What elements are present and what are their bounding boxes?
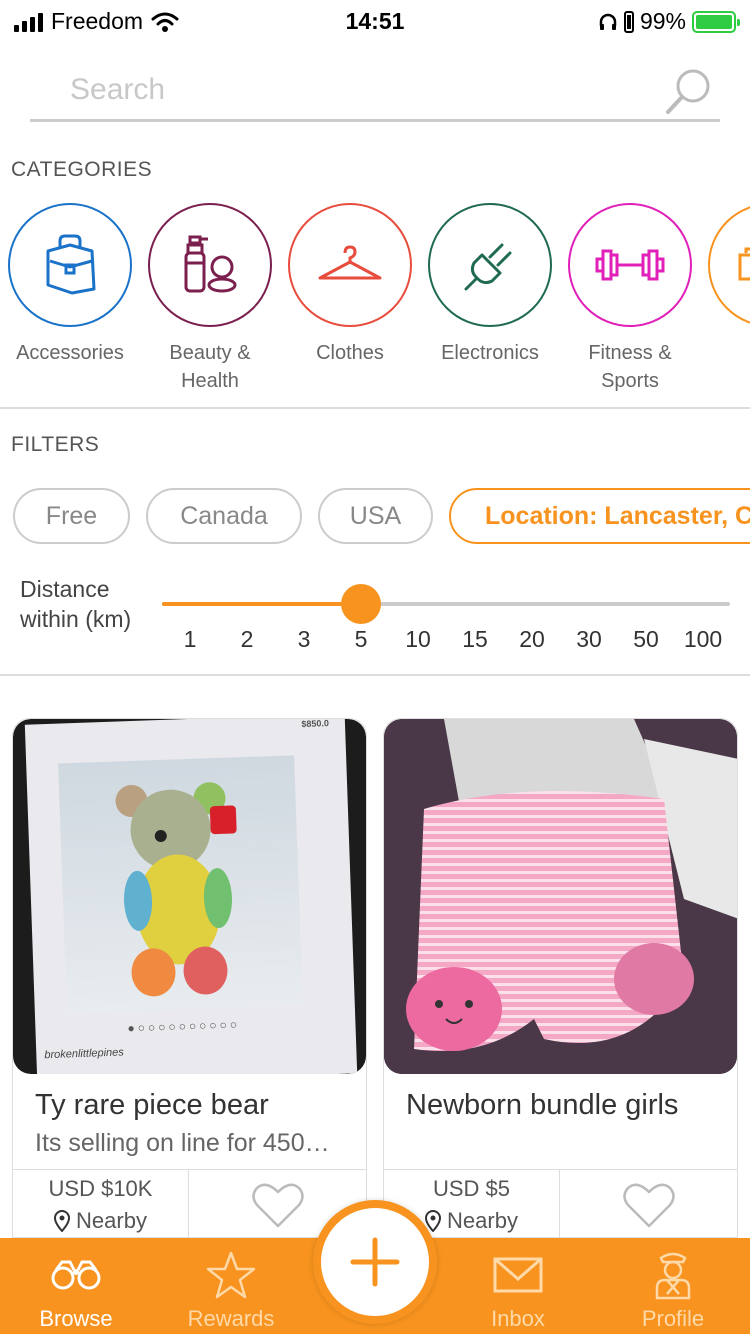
distance-tick[interactable]: 2 <box>241 626 254 653</box>
category-beauty-health[interactable]: Beauty & Health <box>140 203 280 393</box>
distance-tick[interactable]: 20 <box>519 626 545 653</box>
distance-tick[interactable]: 50 <box>633 626 659 653</box>
listing-title: Newborn bundle girls <box>406 1089 679 1121</box>
category-clothes[interactable]: Clothes <box>280 203 420 367</box>
category-home[interactable]: H <box>700 203 750 367</box>
category-circle <box>428 203 552 327</box>
bag-icon <box>46 234 96 295</box>
distance-tick[interactable]: 15 <box>462 626 488 653</box>
listing-photo[interactable] <box>384 719 737 1074</box>
photo-bear-frame <box>58 755 303 1014</box>
category-list: Accessories Beauty & Health Clothes Elec… <box>0 203 750 393</box>
distance-ticks: 1 2 3 5 10 15 20 30 50 100 <box>160 626 740 656</box>
battery-icon <box>692 10 740 33</box>
person-icon <box>655 1252 691 1300</box>
tab-label: Browse <box>39 1306 113 1331</box>
section-divider <box>0 407 750 409</box>
listing-card[interactable]: Newborn bundle girls USD $5 Nearby <box>383 718 738 1238</box>
listing-footer: USD $10K Nearby <box>13 1169 366 1237</box>
filter-chip-free[interactable]: Free <box>13 488 130 544</box>
listing-title: Ty rare piece bear <box>35 1089 269 1121</box>
listing-card[interactable]: $850.0 ●○○○○○○○○○○ brokenlittlepines Ty … <box>12 718 367 1238</box>
tab-label: Inbox <box>491 1306 545 1331</box>
listing-photo[interactable]: $850.0 ●○○○○○○○○○○ brokenlittlepines <box>13 719 366 1074</box>
heart-icon <box>622 1183 675 1227</box>
listing-footer: USD $5 Nearby <box>384 1169 737 1237</box>
category-circle <box>708 203 750 327</box>
like-button[interactable] <box>560 1170 737 1237</box>
price-box: USD $10K Nearby <box>13 1170 189 1237</box>
filter-chips: Free Canada USA Location: Lancaster, C <box>0 488 750 546</box>
filter-chip-canada[interactable]: Canada <box>146 488 302 544</box>
distance-tick[interactable]: 30 <box>576 626 602 653</box>
slider-thumb[interactable] <box>341 584 381 624</box>
envelope-icon <box>493 1257 543 1293</box>
tab-label: Profile <box>641 1306 705 1331</box>
distance-tick[interactable]: 100 <box>684 626 722 653</box>
category-label: Electronics <box>441 342 539 364</box>
category-label: Fitness & Sports <box>588 342 672 392</box>
category-circle <box>8 203 132 327</box>
distance-slider[interactable] <box>162 584 730 624</box>
category-label: Clothes <box>316 342 384 364</box>
category-circle <box>148 203 272 327</box>
category-label: H <box>700 339 750 367</box>
battery-percent: 99% <box>639 8 686 34</box>
category-label: Accessories <box>16 342 124 364</box>
distance-tick[interactable]: 3 <box>298 626 311 653</box>
teddy-bear-image <box>115 782 237 997</box>
distance-tick[interactable]: 1 <box>184 626 197 653</box>
tab-profile[interactable]: Profile <box>598 1238 748 1334</box>
tab-label: Rewards <box>187 1306 275 1331</box>
distance-label: Distance within (km) <box>20 576 132 632</box>
status-right: 99% <box>598 8 740 35</box>
category-label: Beauty & Health <box>169 342 251 392</box>
plus-icon <box>350 1237 400 1287</box>
listing-price: USD $5 <box>432 1176 511 1201</box>
add-listing-button[interactable] <box>313 1200 437 1324</box>
status-bar: Freedom 14:51 99% <box>0 0 750 42</box>
heart-icon <box>251 1183 304 1227</box>
search-input[interactable] <box>30 62 630 118</box>
hanger-icon <box>318 245 382 280</box>
photo-caption: brokenlittlepines <box>44 1046 125 1062</box>
plug-icon <box>464 243 512 291</box>
home-icon <box>738 247 750 281</box>
photo-screen: $850.0 ●○○○○○○○○○○ brokenlittlepines <box>24 719 358 1074</box>
distance-tick[interactable]: 5 <box>355 626 368 653</box>
search-icon[interactable] <box>664 66 714 116</box>
star-icon <box>206 1251 256 1299</box>
category-electronics[interactable]: Electronics <box>420 203 560 367</box>
tab-browse[interactable]: Browse <box>1 1238 151 1334</box>
carousel-dots: ●○○○○○○○○○○ <box>127 1017 241 1036</box>
photo-price: $850.0 <box>301 719 330 730</box>
search-bar <box>30 62 720 122</box>
dumbbell-icon <box>595 249 665 281</box>
section-divider <box>0 674 750 676</box>
listing-price: USD $10K <box>48 1176 153 1201</box>
filters-title: FILTERS <box>11 433 100 456</box>
pink-pants-image <box>384 719 737 1074</box>
category-fitness-sports[interactable]: Fitness & Sports <box>560 203 700 393</box>
distance-tick[interactable]: 10 <box>405 626 431 653</box>
category-circle <box>288 203 412 327</box>
listing-description: Its selling on line for 450… <box>35 1129 330 1157</box>
filter-chip-location[interactable]: Location: Lancaster, C <box>449 488 750 544</box>
cosmetics-icon <box>184 235 237 293</box>
listing-location: Nearby <box>13 1208 188 1234</box>
binoculars-icon <box>51 1260 101 1290</box>
categories-title: CATEGORIES <box>11 158 153 181</box>
tab-rewards[interactable]: Rewards <box>156 1238 306 1334</box>
headphones-icon <box>599 13 617 30</box>
filter-chip-usa[interactable]: USA <box>318 488 433 544</box>
category-accessories[interactable]: Accessories <box>0 203 140 367</box>
slider-fill <box>162 602 361 606</box>
tab-inbox[interactable]: Inbox <box>443 1238 593 1334</box>
orientation-lock-icon <box>623 10 634 33</box>
category-circle <box>568 203 692 327</box>
location-pin-icon <box>54 1210 71 1232</box>
